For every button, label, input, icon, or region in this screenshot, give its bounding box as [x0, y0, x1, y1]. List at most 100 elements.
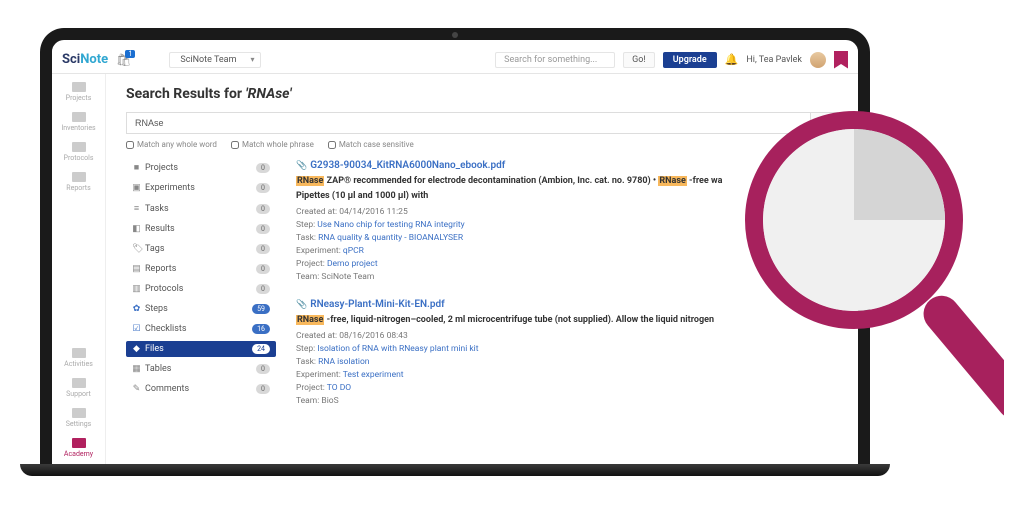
facet-label: Reports: [145, 264, 176, 274]
chk-whole-phrase[interactable]: Match whole phrase: [231, 140, 314, 149]
facet-icon: ✎: [132, 384, 141, 394]
meta-step: Step: Isolation of RNA with RNeasy plant…: [296, 344, 838, 356]
rail-academy[interactable]: Academy: [64, 438, 93, 458]
facet-count: 0: [256, 264, 270, 274]
upgrade-button[interactable]: Upgrade: [663, 52, 717, 68]
rail-protocols[interactable]: Protocols: [61, 142, 95, 162]
facet-count: 0: [256, 204, 270, 214]
laptop-base: [20, 464, 890, 476]
facet-label: Steps: [145, 304, 168, 314]
attachment-icon: 📎: [296, 300, 307, 310]
gear-icon: [72, 408, 86, 418]
greeting-text: Hi, Tea Pavlek: [746, 55, 802, 65]
meta-created: Created at: 08/16/2016 08:43: [296, 331, 838, 343]
chk-whole-word[interactable]: Match any whole word: [126, 140, 217, 149]
camera-dot: [452, 32, 458, 38]
facet-label: Protocols: [145, 284, 183, 294]
rail-support[interactable]: Support: [64, 378, 93, 398]
facet-count: 0: [256, 364, 270, 374]
facet-checklists[interactable]: ☑ Checklists 16: [126, 321, 276, 337]
facet-label: Comments: [145, 384, 189, 394]
search-input[interactable]: [126, 112, 810, 134]
facet-tables[interactable]: ▦ Tables 0: [126, 361, 276, 377]
chk-case-sensitive[interactable]: Match case sensitive: [328, 140, 414, 149]
facet-projects[interactable]: ■ Projects 0: [126, 159, 276, 176]
rail-reports[interactable]: Reports: [61, 172, 95, 192]
facet-count: 24: [252, 344, 270, 354]
facet-label: Checklists: [145, 324, 186, 334]
support-icon: [72, 378, 86, 388]
facet-comments[interactable]: ✎ Comments 0: [126, 381, 276, 397]
facet-icon: ◆: [132, 344, 141, 354]
rail-settings[interactable]: Settings: [64, 408, 93, 428]
rail-activities[interactable]: Activities: [64, 348, 93, 368]
meta-project: Project: Demo project: [296, 259, 838, 271]
rail-projects[interactable]: Projects: [61, 82, 95, 102]
meta-created: Created at: 04/14/2016 11:25: [296, 207, 838, 219]
facet-reports[interactable]: ▤ Reports 0: [126, 261, 276, 277]
facet-experiments[interactable]: ▣Experiments0: [126, 180, 276, 196]
academy-icon: [72, 438, 86, 448]
facet-label: Tables: [145, 364, 171, 374]
search-button[interactable]: 🔍: [810, 112, 838, 134]
facet-count: 16: [252, 324, 270, 334]
facet-label: Files: [145, 344, 164, 354]
avatar[interactable]: [810, 52, 826, 68]
facet-count: 0: [256, 224, 270, 234]
facet-files[interactable]: ◆ Files 24: [126, 341, 276, 357]
global-search-input[interactable]: Search for something...: [495, 52, 615, 68]
search-box: 🔍: [126, 112, 838, 134]
page-title: Search Results for 'RNAse': [126, 86, 838, 102]
facet-tasks[interactable]: ≡ Tasks 0: [126, 200, 276, 217]
box-icon: [72, 112, 86, 122]
result-snippet: RNase -free, liquid-nitrogen–cooled, 2 m…: [296, 314, 838, 327]
facet-label: Tags: [145, 244, 164, 254]
meta-project: Project: TO DO: [296, 383, 838, 395]
facet-icon: 🏷: [132, 244, 141, 254]
facet-icon: ≡: [132, 203, 141, 214]
facet-steps[interactable]: ✿ Steps 59: [126, 301, 276, 317]
result-meta: Created at: 04/14/2016 11:25Step: Use Na…: [296, 207, 838, 283]
bookmark-icon[interactable]: [834, 51, 848, 69]
left-rail: Projects Inventories Protocols Reports A…: [52, 74, 106, 468]
result-title[interactable]: 📎RNeasy-Plant-Mini-Kit-EN.pdf: [296, 298, 838, 312]
app-screen: SciNote 🛍1 SciNote Team Search for somet…: [52, 46, 858, 468]
doc-icon: [72, 142, 86, 152]
facet-icon: ✿: [132, 304, 141, 314]
notif-badge: 1: [125, 50, 135, 58]
bell-icon[interactable]: 🔔: [725, 53, 739, 66]
facet-count: 59: [252, 304, 270, 314]
meta-task: Task: RNA quality & quantity - BIOANALYS…: [296, 233, 838, 245]
activity-icon: [72, 348, 86, 358]
search-icon: 🔍: [817, 117, 831, 130]
result-title[interactable]: 📎G2938-90034_KitRNA6000Nano_ebook.pdf: [296, 159, 838, 173]
go-button[interactable]: Go!: [623, 52, 655, 68]
results-list: 📎G2938-90034_KitRNA6000Nano_ebook.pdf RNa…: [296, 159, 838, 421]
facet-icon: ■: [132, 162, 141, 173]
facet-protocols[interactable]: ▥ Protocols 0: [126, 281, 276, 297]
facet-label: Experiments: [145, 183, 195, 193]
facet-count: 0: [256, 284, 270, 294]
search-result: 📎RNeasy-Plant-Mini-Kit-EN.pdf RNase -free…: [296, 298, 838, 408]
facet-label: Tasks: [145, 204, 169, 214]
result-snippet-line2: Pipettes (10 µl and 1000 µl) with: [296, 190, 838, 203]
rail-inventories[interactable]: Inventories: [61, 112, 95, 132]
laptop-bezel: SciNote 🛍1 SciNote Team Search for somet…: [40, 28, 870, 468]
meta-task: Task: RNA isolation: [296, 357, 838, 369]
facet-icon: ▦: [132, 364, 141, 374]
facet-icon: ▥: [132, 284, 141, 294]
facet-count: 0: [256, 384, 270, 394]
laptop-frame: SciNote 🛍1 SciNote Team Search for somet…: [40, 28, 870, 468]
report-icon: [72, 172, 86, 182]
facet-icon: ▤: [132, 264, 141, 274]
facet-icon: ☑: [132, 324, 141, 334]
facet-results[interactable]: ◧Results0: [126, 221, 276, 237]
notif-icon[interactable]: 🛍1: [116, 53, 131, 67]
team-selector[interactable]: SciNote Team: [169, 52, 261, 68]
meta-team: Team: SciNote Team: [296, 272, 838, 284]
facet-label: Projects: [145, 163, 178, 173]
meta-experiment: Experiment: Test experiment: [296, 370, 838, 382]
facet-count: 0: [256, 163, 270, 173]
facet-tags[interactable]: 🏷Tags0: [126, 241, 276, 257]
result-snippet: RNase ZAP® recommended for electrode dec…: [296, 175, 838, 188]
